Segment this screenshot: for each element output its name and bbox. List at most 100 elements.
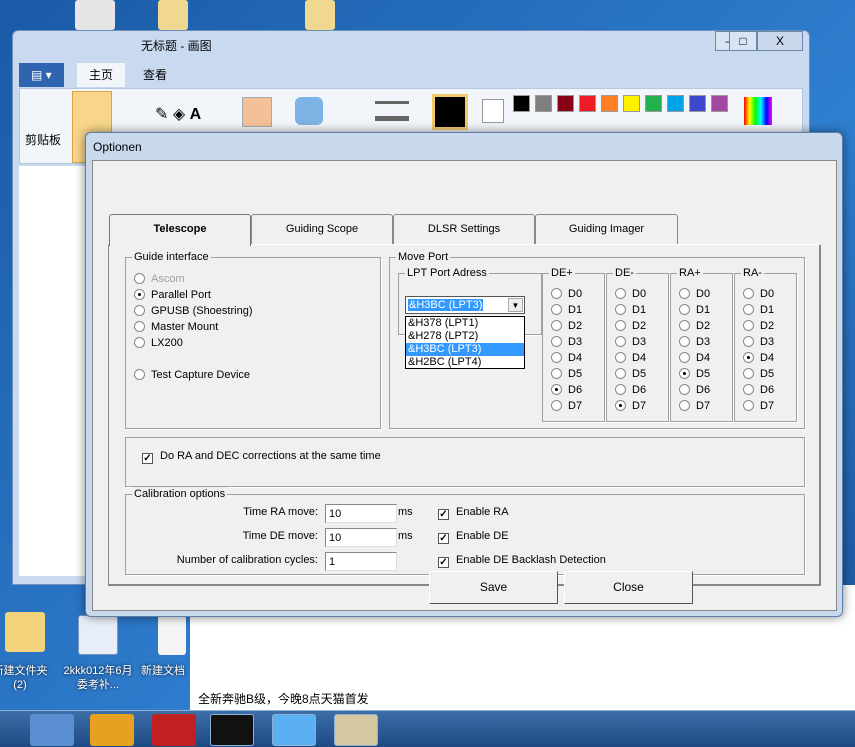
- guide-interface-radio[interactable]: GPUSB (Shoestring): [134, 304, 252, 318]
- port-bit-radio[interactable]: D4: [679, 351, 710, 365]
- port-bit-radio[interactable]: D1: [615, 303, 646, 317]
- port-bit-radio[interactable]: D2: [743, 319, 774, 333]
- tab-dlsr-settings[interactable]: DLSR Settings: [393, 214, 535, 244]
- close-button[interactable]: X: [757, 31, 803, 51]
- desktop-icon-folder[interactable]: [5, 612, 45, 652]
- port-bit-radio[interactable]: D2: [679, 319, 710, 333]
- paint-canvas[interactable]: [19, 166, 89, 576]
- simultaneous-corrections-checkbox[interactable]: ✓ Do RA and DEC corrections at the same t…: [142, 449, 381, 464]
- port-bit-radio[interactable]: D5: [615, 367, 646, 381]
- paint-menu-button[interactable]: ▤ ▾: [19, 63, 64, 87]
- port-bit-radio[interactable]: D5: [743, 367, 774, 381]
- port-bit-radio[interactable]: D5: [551, 367, 582, 381]
- cycles-input[interactable]: 1: [325, 552, 397, 571]
- port-bit-radio[interactable]: D4: [743, 351, 774, 365]
- port-bit-radio[interactable]: D6: [679, 383, 710, 397]
- palette-color-swatch[interactable]: [623, 95, 640, 112]
- port-bit-radio[interactable]: D4: [551, 351, 582, 365]
- browser-status-text[interactable]: 全新奔驰B级，今晚8点天猫首发: [198, 690, 369, 707]
- size-icon[interactable]: [375, 101, 409, 121]
- port-bit-radio[interactable]: D0: [679, 287, 710, 301]
- palette-color-swatch[interactable]: [513, 95, 530, 112]
- palette-color-swatch[interactable]: [667, 95, 684, 112]
- taskbar-app-pps-icon[interactable]: [90, 714, 134, 746]
- port-bit-radio[interactable]: D0: [551, 287, 582, 301]
- taskbar-app-paint-icon[interactable]: [334, 714, 378, 746]
- paint-title: 无标题 - 画图: [141, 39, 212, 53]
- backlash-label: Enable DE Backlash Detection: [456, 554, 606, 566]
- port-bit-radio[interactable]: D5: [679, 367, 710, 381]
- tab-telescope[interactable]: Telescope: [109, 214, 251, 246]
- pencil-icon[interactable]: ✎ ◈ A: [155, 104, 201, 124]
- desktop-icon-top-1[interactable]: [75, 0, 115, 30]
- tab-guiding-imager[interactable]: Guiding Imager: [535, 214, 678, 244]
- port-bit-radio[interactable]: D3: [743, 335, 774, 349]
- port-bit-radio[interactable]: D7: [743, 399, 774, 413]
- save-button[interactable]: Save: [429, 571, 558, 604]
- port-bit-radio[interactable]: D6: [615, 383, 646, 397]
- port-bit-radio[interactable]: D6: [743, 383, 774, 397]
- color2-swatch[interactable]: [482, 99, 504, 123]
- port-bit-radio[interactable]: D0: [615, 287, 646, 301]
- tab-guiding-scope[interactable]: Guiding Scope: [251, 214, 393, 244]
- port-bit-radio[interactable]: D6: [551, 383, 582, 397]
- time-de-input[interactable]: 10: [325, 528, 397, 547]
- desktop-icon-top-3[interactable]: [305, 0, 335, 30]
- tab-view[interactable]: 查看: [131, 63, 179, 87]
- port-bit-radio[interactable]: D7: [679, 399, 710, 413]
- desktop-icon-text-doc[interactable]: [158, 615, 186, 655]
- close-dialog-button[interactable]: Close: [564, 571, 693, 604]
- guide-interface-radio[interactable]: LX200: [134, 336, 183, 350]
- taskbar-app-qq-icon[interactable]: [272, 714, 316, 746]
- port-bit-radio[interactable]: D7: [615, 399, 646, 413]
- enable-de-checkbox[interactable]: ✓ Enable DE: [438, 529, 509, 544]
- port-bit-radio[interactable]: D0: [743, 287, 774, 301]
- port-bit-radio[interactable]: D3: [615, 335, 646, 349]
- guide-interface-radio: Ascom: [134, 272, 185, 286]
- port-bit-radio[interactable]: D2: [551, 319, 582, 333]
- desktop-icon-top-2[interactable]: [158, 0, 188, 30]
- time-ra-input[interactable]: 10: [325, 504, 397, 523]
- lpt-port-combobox[interactable]: &H3BC (LPT3) ▼: [405, 296, 525, 314]
- lpt-port-option[interactable]: &H378 (LPT1): [406, 317, 524, 330]
- port-bit-radio[interactable]: D3: [551, 335, 582, 349]
- clipboard-label[interactable]: 剪贴板: [25, 131, 61, 148]
- port-bit-radio[interactable]: D4: [615, 351, 646, 365]
- tab-home[interactable]: 主页: [77, 63, 126, 87]
- taskbar-app-red-icon[interactable]: [152, 714, 196, 746]
- port-bit-radio[interactable]: D1: [743, 303, 774, 317]
- radio-circle: [551, 384, 562, 395]
- brush-icon[interactable]: [242, 97, 272, 127]
- taskbar-app-bird-icon[interactable]: [30, 714, 74, 746]
- desktop-icon-word-doc[interactable]: [78, 615, 118, 655]
- color1-swatch[interactable]: [432, 94, 468, 130]
- lpt-port-dropdown-list[interactable]: &H378 (LPT1) &H278 (LPT2) &H3BC (LPT3) &H2B…: [405, 316, 525, 369]
- port-bit-radio[interactable]: D7: [551, 399, 582, 413]
- guide-interface-radio[interactable]: Master Mount: [134, 320, 218, 334]
- port-bit-radio[interactable]: D1: [679, 303, 710, 317]
- maximize-button[interactable]: □: [729, 31, 757, 51]
- edit-colors-icon[interactable]: [744, 97, 772, 125]
- lpt-port-option[interactable]: &H3BC (LPT3): [406, 343, 524, 356]
- port-bit-radio[interactable]: D1: [551, 303, 582, 317]
- palette-color-swatch[interactable]: [579, 95, 596, 112]
- lpt-port-option[interactable]: &H2BC (LPT4): [406, 356, 524, 369]
- lpt-port-option[interactable]: &H278 (LPT2): [406, 330, 524, 343]
- guide-interface-radio[interactable]: Test Capture Device: [134, 368, 250, 382]
- radio-label: D5: [632, 368, 647, 380]
- port-bit-radio[interactable]: D3: [679, 335, 710, 349]
- palette-color-swatch[interactable]: [601, 95, 618, 112]
- chevron-down-icon[interactable]: ▼: [508, 298, 523, 312]
- backlash-checkbox[interactable]: ✓ Enable DE Backlash Detection: [438, 553, 606, 568]
- shapes-icon[interactable]: [295, 97, 323, 125]
- palette-color-swatch[interactable]: [645, 95, 662, 112]
- enable-ra-checkbox[interactable]: ✓ Enable RA: [438, 505, 509, 520]
- taskbar-app-guidemaster-icon[interactable]: [210, 714, 254, 746]
- palette-color-swatch[interactable]: [711, 95, 728, 112]
- port-bit-radio[interactable]: D2: [615, 319, 646, 333]
- radio-label: D7: [760, 400, 775, 412]
- guide-interface-radio[interactable]: Parallel Port: [134, 288, 211, 302]
- palette-color-swatch[interactable]: [557, 95, 574, 112]
- palette-color-swatch[interactable]: [689, 95, 706, 112]
- palette-color-swatch[interactable]: [535, 95, 552, 112]
